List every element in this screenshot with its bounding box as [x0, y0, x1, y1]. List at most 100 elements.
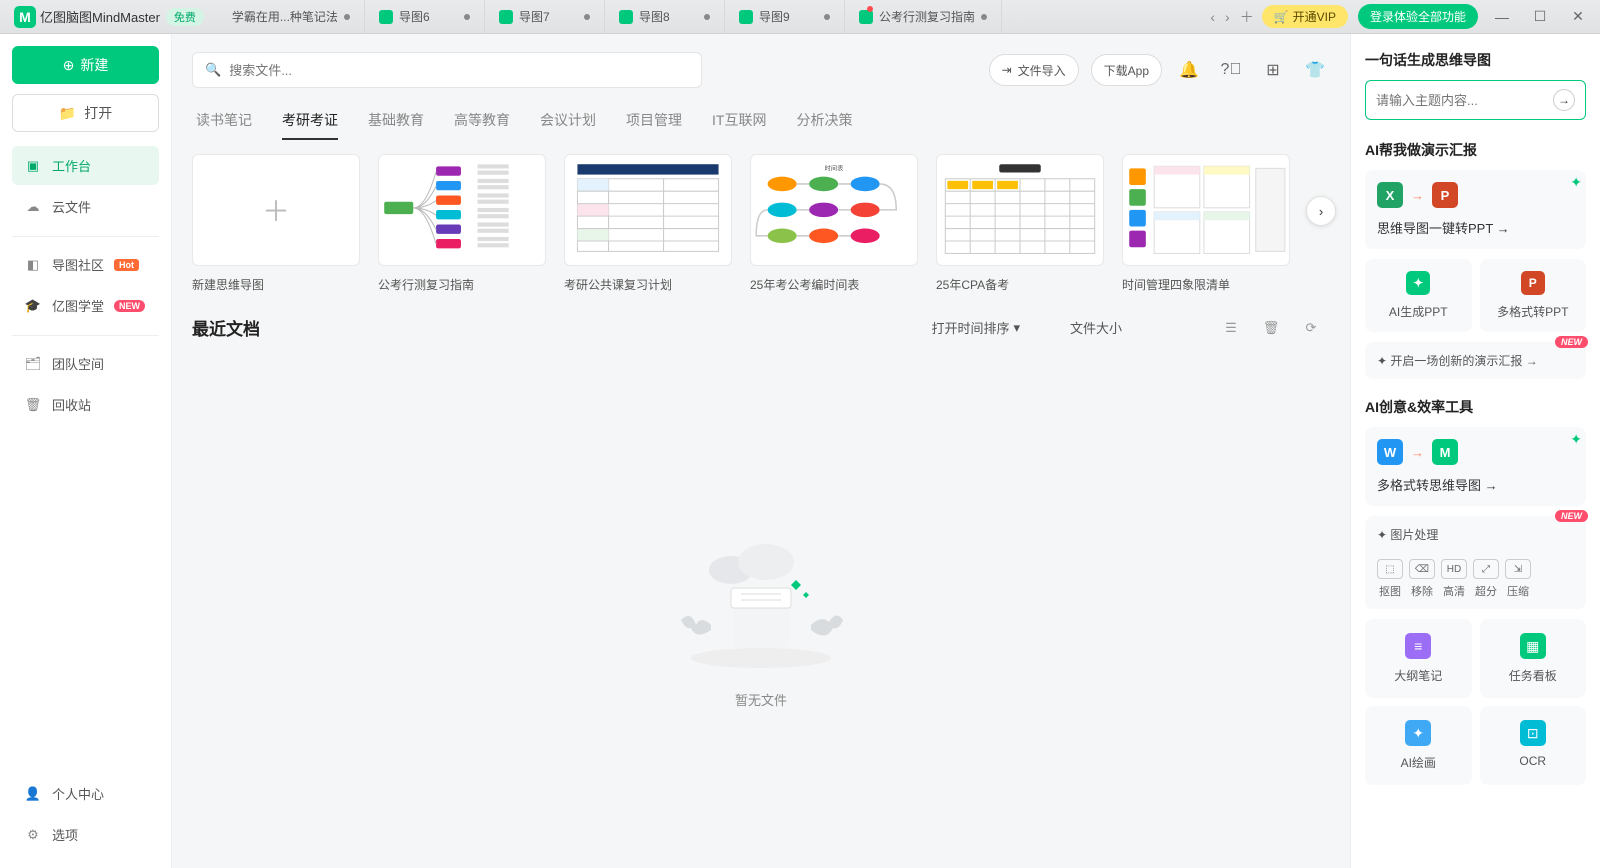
divider — [12, 335, 159, 336]
template-row: ＋ 新建思维导图 公考行测复习指南 考研公共课复习计划 时间表 25年考公考编时… — [192, 154, 1330, 293]
ai-input-box[interactable]: → — [1365, 80, 1586, 120]
new-present-banner[interactable]: NEW ✦ 开启一场创新的演示汇报 → — [1365, 342, 1586, 379]
file-size-label[interactable]: 文件大小 — [1070, 318, 1122, 337]
sidebar-item-cloud[interactable]: ☁云文件 — [12, 187, 159, 226]
cat-tab-2[interactable]: 基础教育 — [368, 102, 424, 140]
import-button[interactable]: ⇥文件导入 — [989, 54, 1079, 86]
new-tag: NEW — [1555, 510, 1588, 522]
img-tool-cutout[interactable]: ⬚抠图 — [1377, 559, 1403, 599]
cat-tab-6[interactable]: IT互联网 — [712, 102, 766, 140]
ai-creative-title: AI创意&效率工具 — [1365, 397, 1586, 417]
new-button[interactable]: ⊕新建 — [12, 46, 159, 84]
hd-icon: HD — [1441, 559, 1467, 579]
tab-4[interactable]: 导图9 — [725, 0, 845, 33]
shirt-icon[interactable]: 👕 — [1300, 55, 1330, 85]
sidebar-item-personal[interactable]: 👤个人中心 — [12, 774, 159, 813]
ocr-button[interactable]: ⊡OCR — [1480, 706, 1587, 785]
tab-2[interactable]: 导图7 — [485, 0, 605, 33]
sidebar-item-recycle[interactable]: 🗑回收站 — [12, 385, 159, 424]
chevron-right-icon: › — [1319, 204, 1323, 219]
sidebar: ⊕新建 📁打开 ▣工作台 ☁云文件 ◧导图社区Hot 🎓亿图学堂NEW 🗂团队空… — [0, 34, 172, 868]
sidebar-item-school[interactable]: 🎓亿图学堂NEW — [12, 286, 159, 325]
tab-5[interactable]: 公考行测复习指南 — [845, 0, 1002, 33]
outline-notes-button[interactable]: ≡大纲笔记 — [1365, 619, 1472, 698]
template-new[interactable]: ＋ 新建思维导图 — [192, 154, 360, 293]
multi-to-mindmap-card[interactable]: ✦ W → M 多格式转思维导图 → — [1365, 427, 1586, 506]
refresh-icon[interactable]: ⟳ — [1302, 319, 1320, 337]
template-card[interactable]: 时间表 25年考公考编时间表 — [750, 154, 918, 293]
close-icon[interactable]: ✕ — [1564, 3, 1592, 31]
app-logo[interactable]: M 亿图脑图MindMaster 免费 — [8, 6, 210, 28]
img-tool-compress[interactable]: ⇲压缩 — [1505, 559, 1531, 599]
ai-paint-button[interactable]: ✦AI绘画 — [1365, 706, 1472, 785]
bell-icon[interactable]: 🔔 — [1174, 55, 1204, 85]
sparkle-icon: ✦ — [1570, 174, 1582, 191]
img-tool-hd[interactable]: HD高清 — [1441, 559, 1467, 599]
tab-0[interactable]: 学霸在用...种笔记法 — [218, 0, 365, 33]
sidebar-item-community[interactable]: ◧导图社区Hot — [12, 245, 159, 284]
recycle-icon: 🗑 — [24, 396, 42, 414]
multi-to-ppt-button[interactable]: P 多格式转PPT — [1480, 259, 1587, 332]
ai-topic-input[interactable] — [1376, 93, 1553, 108]
tab-next-icon[interactable]: › — [1225, 9, 1230, 25]
compress-icon: ⇲ — [1505, 559, 1531, 579]
sidebar-item-team[interactable]: 🗂团队空间 — [12, 344, 159, 383]
ppt-icon: P — [1432, 182, 1458, 208]
maximize-icon[interactable]: ☐ — [1526, 3, 1554, 31]
new-tag: NEW — [1555, 336, 1588, 348]
tab-nav: ‹ › ＋ — [1202, 7, 1261, 27]
ai-gen-ppt-button[interactable]: ✦ AI生成PPT — [1365, 259, 1472, 332]
sort-time-button[interactable]: 打开时间排序▾ — [931, 318, 1020, 337]
right-panel: 一句话生成思维导图 → AI帮我做演示汇报 ✦ X → P 思维导图一键转PPT… — [1350, 34, 1600, 868]
notes-icon: ≡ — [1405, 633, 1431, 659]
svg-text:时间表: 时间表 — [825, 165, 844, 173]
tab-3[interactable]: 导图8 — [605, 0, 725, 33]
template-card[interactable]: 25年CPA备考 — [936, 154, 1104, 293]
list-view-icon[interactable]: ☰ — [1222, 319, 1240, 337]
cat-tab-4[interactable]: 会议计划 — [540, 102, 596, 140]
template-card[interactable]: 公考行测复习指南 — [378, 154, 546, 293]
divider — [12, 236, 159, 237]
vip-button[interactable]: 🛒开通VIP — [1262, 5, 1348, 28]
cat-tab-1[interactable]: 考研考证 — [282, 102, 338, 140]
school-icon: 🎓 — [24, 297, 42, 315]
doc-icon — [619, 10, 633, 24]
cat-tab-3[interactable]: 高等教育 — [454, 102, 510, 140]
new-badge: NEW — [114, 300, 145, 312]
mindmap-to-ppt-card[interactable]: ✦ X → P 思维导图一键转PPT → — [1365, 170, 1586, 249]
tab-1[interactable]: 导图6 — [365, 0, 485, 33]
login-button[interactable]: 登录体验全部功能 — [1358, 4, 1478, 29]
help-icon[interactable]: ?⃝ — [1216, 55, 1246, 85]
erase-icon: ⌫ — [1409, 559, 1435, 579]
cat-tab-7[interactable]: 分析决策 — [796, 102, 852, 140]
excel-icon: X — [1377, 182, 1403, 208]
sidebar-item-options[interactable]: ⚙选项 — [12, 815, 159, 854]
hot-badge: Hot — [114, 259, 139, 271]
tab-dot-icon — [824, 14, 830, 20]
search-box[interactable]: 🔍 — [192, 52, 702, 88]
template-card[interactable]: 时间管理四象限清单 — [1122, 154, 1290, 293]
open-button[interactable]: 📁打开 — [12, 94, 159, 132]
delete-icon[interactable]: 🗑 — [1262, 319, 1280, 337]
search-input[interactable] — [229, 63, 689, 78]
download-button[interactable]: 下载App — [1091, 54, 1162, 86]
tab-prev-icon[interactable]: ‹ — [1210, 9, 1215, 25]
cat-tab-5[interactable]: 项目管理 — [626, 102, 682, 140]
sidebar-item-workspace[interactable]: ▣工作台 — [12, 146, 159, 185]
img-process-banner[interactable]: NEW ✦ 图片处理 ⬚抠图 ⌫移除 HD高清 ⤢超分 ⇲压缩 — [1365, 516, 1586, 609]
cat-tab-0[interactable]: 读书笔记 — [196, 102, 252, 140]
app-logo-icon: M — [14, 6, 36, 28]
sparkle-icon: ✦ — [1570, 431, 1582, 448]
tab-add-icon[interactable]: ＋ — [1240, 7, 1254, 27]
arrow-icon: → — [1411, 188, 1424, 203]
ai-submit-button[interactable]: → — [1553, 89, 1575, 111]
img-tool-remove[interactable]: ⌫移除 — [1409, 559, 1435, 599]
apps-icon[interactable]: ⊞ — [1258, 55, 1288, 85]
minimize-icon[interactable]: — — [1488, 3, 1516, 31]
paint-icon: ✦ — [1405, 720, 1431, 746]
template-card[interactable]: 考研公共课复习计划 — [564, 154, 732, 293]
tab-dot-icon — [704, 14, 710, 20]
kanban-button[interactable]: ▦任务看板 — [1480, 619, 1587, 698]
img-tool-upscale[interactable]: ⤢超分 — [1473, 559, 1499, 599]
template-next-button[interactable]: › — [1306, 196, 1336, 226]
